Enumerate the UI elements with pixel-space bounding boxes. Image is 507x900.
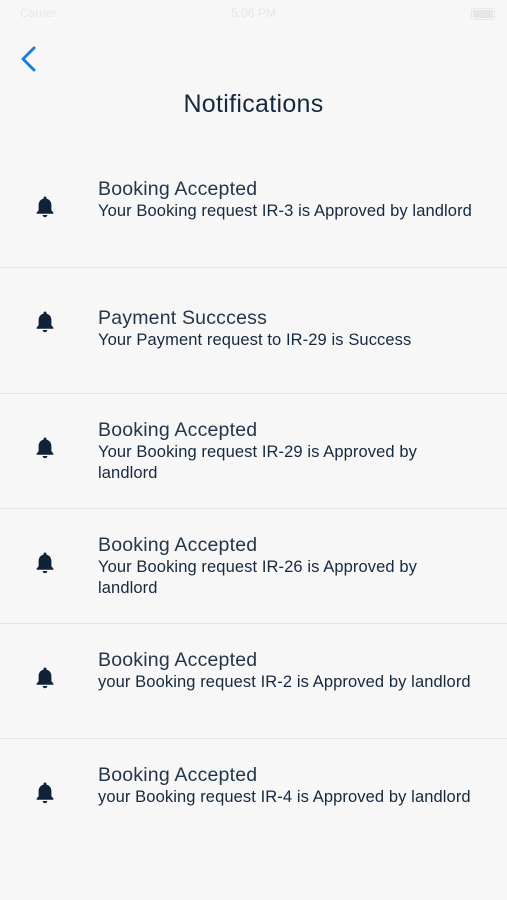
notification-title: Booking Accepted xyxy=(98,764,258,786)
notification-message: Your Booking request IR-3 is Approved by… xyxy=(98,202,472,220)
notification-item[interactable]: Booking Accepted your Booking request IR… xyxy=(0,624,507,739)
battery-icon xyxy=(471,8,495,20)
notification-message: your Booking request IR-4 is Approved by… xyxy=(98,788,471,806)
status-bar: Carrier 5:06 PM xyxy=(0,0,507,26)
notification-message: Your Booking request IR-26 is Approved b… xyxy=(98,558,418,597)
bell-icon xyxy=(36,196,54,218)
bell-icon xyxy=(36,311,54,333)
bell-icon xyxy=(36,782,54,804)
status-time: 5:06 PM xyxy=(231,6,276,20)
page-title: Notifications xyxy=(183,90,324,118)
bell-icon xyxy=(36,437,54,459)
notification-message: your Booking request IR-2 is Approved by… xyxy=(98,673,471,691)
notification-title: Booking Accepted xyxy=(98,178,258,200)
notification-title: Booking Accepted xyxy=(98,649,258,671)
notification-item[interactable]: Booking Accepted Your Booking request IR… xyxy=(0,394,507,509)
notification-title: Payment Succcess xyxy=(98,307,268,329)
notification-message: Your Payment request to IR-29 is Success xyxy=(98,331,412,349)
notification-title: Booking Accepted xyxy=(98,534,258,556)
notification-item[interactable]: Payment Succcess Your Payment request to… xyxy=(0,268,507,394)
notification-title: Booking Accepted xyxy=(98,419,258,441)
notification-list: Booking Accepted Your Booking request IR… xyxy=(0,153,507,854)
notification-item[interactable]: Booking Accepted your Booking request IR… xyxy=(0,739,507,854)
bell-icon xyxy=(36,552,54,574)
notification-item[interactable]: Booking Accepted Your Booking request IR… xyxy=(0,153,507,268)
back-button[interactable] xyxy=(14,42,44,76)
notification-message: Your Booking request IR-29 is Approved b… xyxy=(98,443,418,482)
chevron-left-icon xyxy=(21,46,36,72)
bell-icon xyxy=(36,667,54,689)
notification-item[interactable]: Booking Accepted Your Booking request IR… xyxy=(0,509,507,624)
